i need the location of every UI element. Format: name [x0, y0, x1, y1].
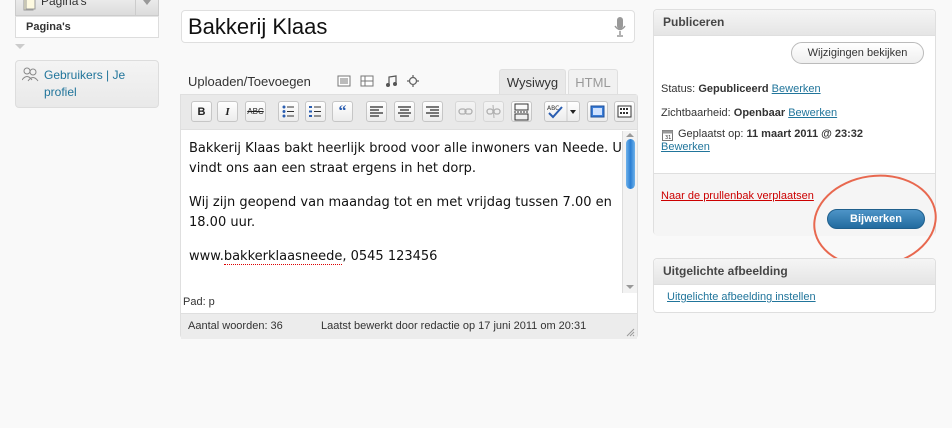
- move-to-trash-link[interactable]: Naar de prullenbak verplaatsen: [661, 190, 814, 202]
- scroll-down-icon[interactable]: [625, 283, 635, 291]
- edit-visibility-link[interactable]: Bewerken: [788, 107, 837, 119]
- status-label: Status:: [661, 83, 696, 95]
- scroll-thumb[interactable]: [626, 139, 635, 189]
- kitchen-sink-button[interactable]: [614, 101, 635, 122]
- published-label: Geplaatst op:: [678, 128, 744, 140]
- menu-toggle[interactable]: [135, 0, 158, 15]
- status-value: Gepubliceerd: [698, 83, 769, 95]
- collapse-arrow-icon[interactable]: [15, 44, 25, 49]
- visibility-value: Openbaar: [733, 107, 786, 119]
- publish-header[interactable]: Publiceren: [654, 10, 935, 36]
- align-right-icon: [426, 106, 439, 117]
- strikethrough-button[interactable]: ABC: [245, 101, 266, 122]
- upload-label: Uploaden/Toevoegen: [188, 74, 311, 89]
- featured-title: Uitgelichte afbeelding: [663, 264, 788, 278]
- calendar-icon: 31: [662, 130, 673, 141]
- edit-date-link[interactable]: Bewerken: [661, 141, 710, 153]
- editor-statusbar: Aantal woorden: 36 Laatst bewerkt door r…: [181, 313, 637, 339]
- tab-html[interactable]: HTML: [568, 69, 618, 94]
- numbered-list-button[interactable]: [305, 101, 326, 122]
- unlink-icon: [486, 104, 501, 119]
- add-media-icon[interactable]: [406, 75, 420, 87]
- paragraph-1: Bakkerij Klaas bakt heerlijk brood voor …: [189, 141, 622, 176]
- url-suffix: , 0545 123456: [342, 249, 438, 264]
- bullet-list-icon: [282, 105, 294, 118]
- element-path: Pad: p: [183, 296, 215, 308]
- align-center-button[interactable]: [394, 101, 415, 122]
- paragraph-2: Wij zijn geopend van maandag tot en met …: [189, 195, 612, 230]
- pages-icon: [23, 0, 36, 11]
- menu-users-label: Gebruikers | Je profiel: [44, 68, 126, 99]
- toolbar-toggle-icon: [617, 105, 632, 118]
- add-image-icon[interactable]: [337, 75, 351, 87]
- users-icon: [22, 67, 39, 82]
- publish-title: Publiceren: [663, 15, 725, 29]
- scroll-up-icon[interactable]: [625, 131, 635, 139]
- align-left-button[interactable]: [366, 101, 387, 122]
- blockquote-button[interactable]: “: [332, 101, 353, 122]
- menu-users[interactable]: Gebruikers | Je profiel: [15, 60, 159, 108]
- add-video-icon[interactable]: [360, 75, 374, 87]
- bold-button[interactable]: B: [191, 101, 212, 122]
- align-center-icon: [398, 106, 411, 117]
- more-tag-icon: [514, 103, 529, 121]
- featured-header[interactable]: Uitgelichte afbeelding: [654, 259, 935, 285]
- align-left-icon: [370, 106, 383, 117]
- visibility-row: Zichtbaarheid: Openbaar Bewerken: [661, 107, 837, 119]
- preview-changes-button[interactable]: Wijzigingen bekijken: [791, 42, 924, 64]
- italic-button[interactable]: I: [217, 101, 238, 122]
- word-count: Aantal woorden: 36: [188, 320, 283, 332]
- editor-content[interactable]: Bakkerij Klaas bakt heerlijk brood voor …: [189, 139, 624, 281]
- insert-more-button[interactable]: [511, 101, 532, 122]
- submenu-pages[interactable]: Pagina's: [15, 16, 159, 38]
- add-audio-icon[interactable]: [384, 75, 398, 87]
- fullscreen-button[interactable]: [587, 101, 608, 122]
- tab-visual[interactable]: Wysiwyg: [499, 69, 566, 94]
- menu-pages[interactable]: Pagina's: [15, 0, 159, 16]
- paragraph-3: www.bakkerklaasneede, 0545 123456: [189, 247, 624, 267]
- spellcheck-button[interactable]: ABC: [544, 101, 580, 122]
- unlink-button[interactable]: [483, 101, 504, 122]
- spellcheck-icon: ABC: [547, 102, 576, 121]
- featured-image-box: Uitgelichte afbeelding Uitgelichte afbee…: [653, 258, 936, 313]
- visibility-label: Zichtbaarheid:: [661, 107, 731, 119]
- align-right-button[interactable]: [422, 101, 443, 122]
- microphone-icon[interactable]: [614, 16, 626, 38]
- fullscreen-icon: [590, 105, 605, 118]
- menu-pages-label: Pagina's: [41, 0, 87, 8]
- published-row: Geplaatst op: 11 maart 2011 @ 23:32: [678, 128, 863, 140]
- status-row: Status: Gepubliceerd Bewerken: [661, 83, 821, 95]
- link-icon: [458, 108, 473, 115]
- misspelled-word[interactable]: bakkerklaasneede: [223, 249, 343, 265]
- post-title-text: Bakkerij Klaas: [188, 14, 328, 39]
- insert-link-button[interactable]: [455, 101, 476, 122]
- set-featured-image-link[interactable]: Uitgelichte afbeelding instellen: [667, 291, 816, 303]
- chevron-down-icon: [143, 0, 151, 5]
- bullet-list-button[interactable]: [278, 101, 299, 122]
- editor-toolbar: B I ABC “ ABC: [181, 95, 637, 130]
- numbered-list-icon: [309, 106, 321, 117]
- resize-handle-icon[interactable]: [626, 328, 635, 337]
- last-edited: Laatst bewerkt door redactie op 17 juni …: [321, 320, 587, 332]
- post-title-field[interactable]: Bakkerij Klaas: [181, 10, 635, 43]
- url-prefix: www.: [189, 249, 224, 264]
- content-editor[interactable]: B I ABC “ ABC Bakkerij Klaas bakt heerli…: [180, 94, 638, 339]
- published-value: 11 maart 2011 @ 23:32: [746, 128, 864, 140]
- submenu-pages-label: Pagina's: [26, 21, 71, 33]
- edit-status-link[interactable]: Bewerken: [772, 83, 821, 95]
